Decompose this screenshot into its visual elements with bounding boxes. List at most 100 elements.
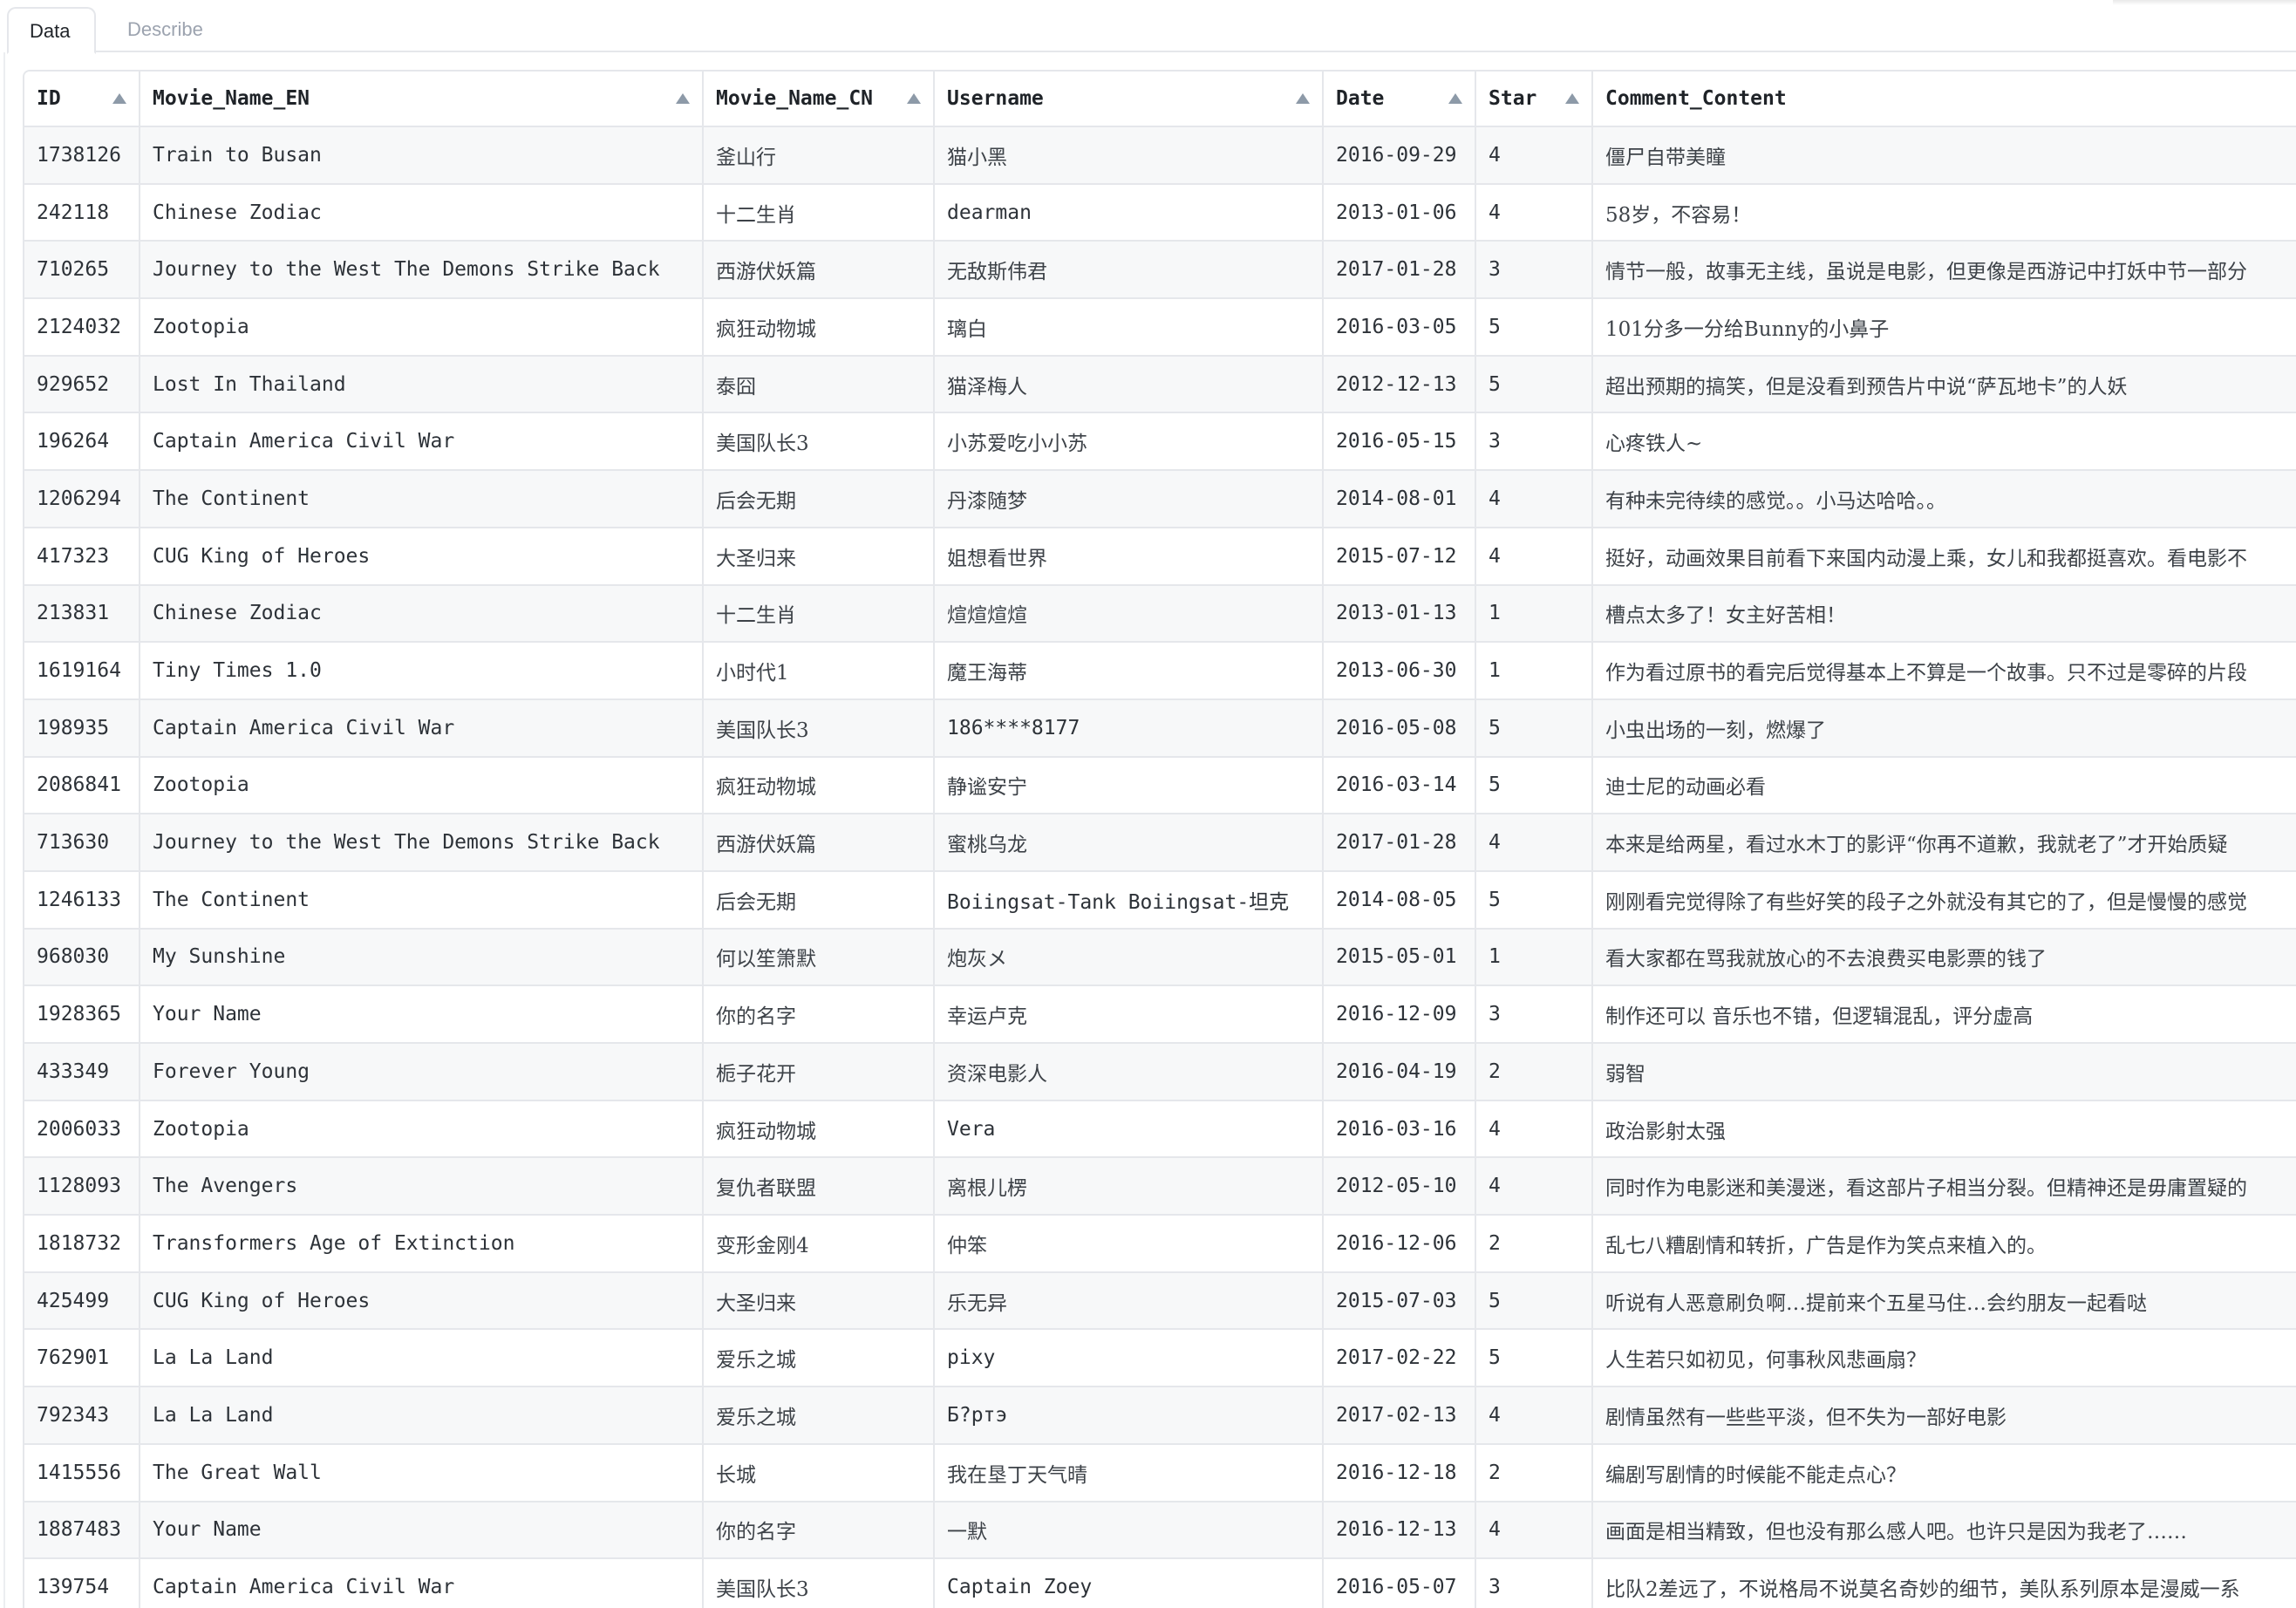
cell-comment-content: 超出预期的搞笑，但是没看到预告片中说“萨瓦地卡”的人妖 [1592,355,2296,414]
cell-id: 929652 [24,355,140,414]
table-row[interactable]: 2006033 Zootopia 疯狂动物城 Vera 2016-03-16 4 政治影射太… [24,1100,2296,1159]
cell-date: 2015-05-01 [1323,928,1476,987]
cell-username: 仲笨 [934,1215,1324,1273]
cell-date: 2016-05-15 [1323,412,1476,472]
column-header-star[interactable]: Star [1475,72,1593,127]
table-row[interactable]: 968030 My Sunshine 何以笙箫默 炮灰メ 2015-05-01 1 看大家都… [24,928,2296,987]
sort-ascending-icon[interactable] [907,93,921,104]
table-row[interactable]: 1818732 Transformers Age of Extinction 变形金… [24,1215,2296,1273]
tab-data[interactable]: Data [7,7,96,54]
sort-ascending-icon[interactable] [676,93,690,104]
cell-username: 离根儿楞 [934,1157,1324,1216]
table-row[interactable]: 1619164 Tiny Times 1.0 小时代1 魔王海蒂 2013-06-30 1… [24,642,2296,700]
cell-id: 139754 [24,1558,140,1608]
page: Data Describe ID Movie_Name_EN Movie_Name_… [0,0,2296,1608]
table-row[interactable]: 433349 Forever Young 栀子花开 资深电影人 2016-04-19 2 弱… [24,1043,2296,1101]
cell-movie-name-cn: 大圣归来 [703,527,935,586]
cell-username: 小苏爱吃小小苏 [934,412,1324,472]
cell-movie-name-cn: 后会无期 [703,470,935,528]
cell-username: 魔王海蒂 [934,642,1324,700]
column-header-movie-name-cn[interactable]: Movie_Name_CN [703,72,935,127]
table-row[interactable]: 713630 Journey to the West The Demons Str… [24,814,2296,872]
cell-star: 1 [1475,584,1593,644]
table-row[interactable]: 417323 CUG King of Heroes 大圣归来 姐想看世界 2015-07… [24,527,2296,586]
sort-ascending-icon[interactable] [1448,93,1462,104]
table-row[interactable]: 1887483 Your Name 你的名字 一默 2016-12-13 4 画面是相当精致… [24,1501,2296,1560]
column-header-movie-name-en[interactable]: Movie_Name_EN [140,72,704,127]
table-row[interactable]: 1206294 The Continent 后会无期 丹漆随梦 2014-08-01 4 有… [24,470,2296,528]
table-row[interactable]: 2086841 Zootopia 疯狂动物城 静谧安宁 2016-03-14 5 迪士尼的动… [24,756,2296,815]
cell-date: 2013-06-30 [1323,642,1476,700]
sort-ascending-icon[interactable] [1296,93,1310,104]
cell-comment-content: 刚刚看完觉得除了有些好笑的段子之外就没有其它的了，但是慢慢的感觉 [1592,870,2296,930]
cell-movie-name-cn: 疯狂动物城 [703,298,935,357]
table-row[interactable]: 762901 La La Land 爱乐之城 pixy 2017-02-22 5 人生若只如… [24,1329,2296,1388]
cell-star: 4 [1475,126,1593,185]
cell-comment-content: 画面是相当精致，但也没有那么感人吧。也许只是因为我老了…… [1592,1501,2296,1560]
tab-describe[interactable]: Describe [106,7,224,52]
cell-id: 1415556 [24,1443,140,1502]
table-row[interactable]: 213831 Chinese Zodiac 十二生肖 煊煊煊煊 2013-01-13 1 槽… [24,584,2296,644]
cell-id: 713630 [24,814,140,872]
cell-id: 1887483 [24,1501,140,1560]
cell-movie-name-en: La La Land [140,1387,704,1445]
table-row[interactable]: 139754 Captain America Civil War 美国队长3 Capt… [24,1558,2296,1608]
table-row[interactable]: 1128093 The Avengers 复仇者联盟 离根儿楞 2012-05-10 4 同… [24,1157,2296,1216]
table-row[interactable]: 2124032 Zootopia 疯狂动物城 璃白 2016-03-05 5 101分多一分… [24,298,2296,357]
cell-username: 蜜桃乌龙 [934,814,1324,872]
cell-date: 2016-12-18 [1323,1443,1476,1502]
sort-ascending-icon[interactable] [1565,93,1579,104]
cell-movie-name-cn: 栀子花开 [703,1043,935,1101]
cell-movie-name-en: La La Land [140,1329,704,1388]
column-header-id[interactable]: ID [24,72,140,127]
cell-star: 5 [1475,298,1593,357]
table-row[interactable]: 710265 Journey to the West The Demons Str… [24,241,2296,300]
cell-username: 丹漆随梦 [934,470,1324,528]
column-header-label: ID [37,87,61,110]
cell-id: 2086841 [24,756,140,815]
table-row[interactable]: 1928365 Your Name 你的名字 幸运卢克 2016-12-09 3 制作还可以… [24,985,2296,1044]
cell-comment-content: 剧情虽然有一些些平淡，但不失为一部好电影 [1592,1387,2296,1445]
column-header-date[interactable]: Date [1323,72,1476,127]
cell-movie-name-en: Lost In Thailand [140,355,704,414]
cell-comment-content: 比队2差远了，不说格局不说莫名奇妙的细节，美队系列原本是漫威一系 [1592,1558,2296,1608]
cell-movie-name-cn: 爱乐之城 [703,1387,935,1445]
cell-id: 2124032 [24,298,140,357]
table-row[interactable]: 1738126 Train to Busan 釜山行 猫小黑 2016-09-29 4 僵尸… [24,126,2296,185]
cell-movie-name-en: Train to Busan [140,126,704,185]
cell-comment-content: 人生若只如初见，何事秋风悲画扇？ [1592,1329,2296,1388]
cell-comment-content: 僵尸自带美瞳 [1592,126,2296,185]
cell-movie-name-en: Captain America Civil War [140,698,704,758]
cell-username: 我在垦丁天气晴 [934,1443,1324,1502]
table-row[interactable]: 425499 CUG King of Heroes 大圣归来 乐无异 2015-07-0… [24,1271,2296,1331]
cell-date: 2016-03-14 [1323,756,1476,815]
cell-comment-content: 槽点太多了！女主好苦相！ [1592,584,2296,644]
table-row[interactable]: 929652 Lost In Thailand 泰囧 猫泽梅人 2012-12-13 5 超… [24,355,2296,414]
cell-star: 4 [1475,183,1593,242]
cell-date: 2013-01-13 [1323,584,1476,644]
cell-id: 1246133 [24,870,140,930]
sort-ascending-icon[interactable] [112,93,126,104]
cell-id: 213831 [24,584,140,644]
column-header-label: Username [947,87,1044,110]
cell-comment-content: 有种未完待续的感觉。。小马达哈哈。。 [1592,470,2296,528]
cell-id: 1128093 [24,1157,140,1216]
cell-id: 1206294 [24,470,140,528]
cell-comment-content: 心疼铁人~ [1592,412,2296,472]
table-row[interactable]: 198935 Captain America Civil War 美国队长3 186*… [24,698,2296,758]
table-row[interactable]: 1415556 The Great Wall 长城 我在垦丁天气晴 2016-12-18… [24,1443,2296,1502]
table-row[interactable]: 242118 Chinese Zodiac 十二生肖 dearman 2013-01-0… [24,183,2296,242]
table-row[interactable]: 1246133 The Continent 后会无期 Boiingsat-Tank B… [24,870,2296,930]
column-header-comment-content[interactable]: Comment_Content [1592,72,2296,127]
table-row[interactable]: 196264 Captain America Civil War 美国队长3 小苏爱吃… [24,412,2296,472]
cell-username: 一默 [934,1501,1324,1560]
cell-star: 1 [1475,642,1593,700]
data-table-container: ID Movie_Name_EN Movie_Name_CN Username Date… [23,70,2296,1608]
column-header-username[interactable]: Username [934,72,1324,127]
cell-movie-name-en: CUG King of Heroes [140,527,704,586]
cell-date: 2016-12-06 [1323,1215,1476,1273]
cell-id: 792343 [24,1387,140,1445]
cell-date: 2015-07-03 [1323,1271,1476,1331]
cell-movie-name-cn: 疯狂动物城 [703,756,935,815]
table-row[interactable]: 792343 La La Land 爱乐之城 Б?ртэ 2017-02-13 4 剧情虽然… [24,1387,2296,1445]
